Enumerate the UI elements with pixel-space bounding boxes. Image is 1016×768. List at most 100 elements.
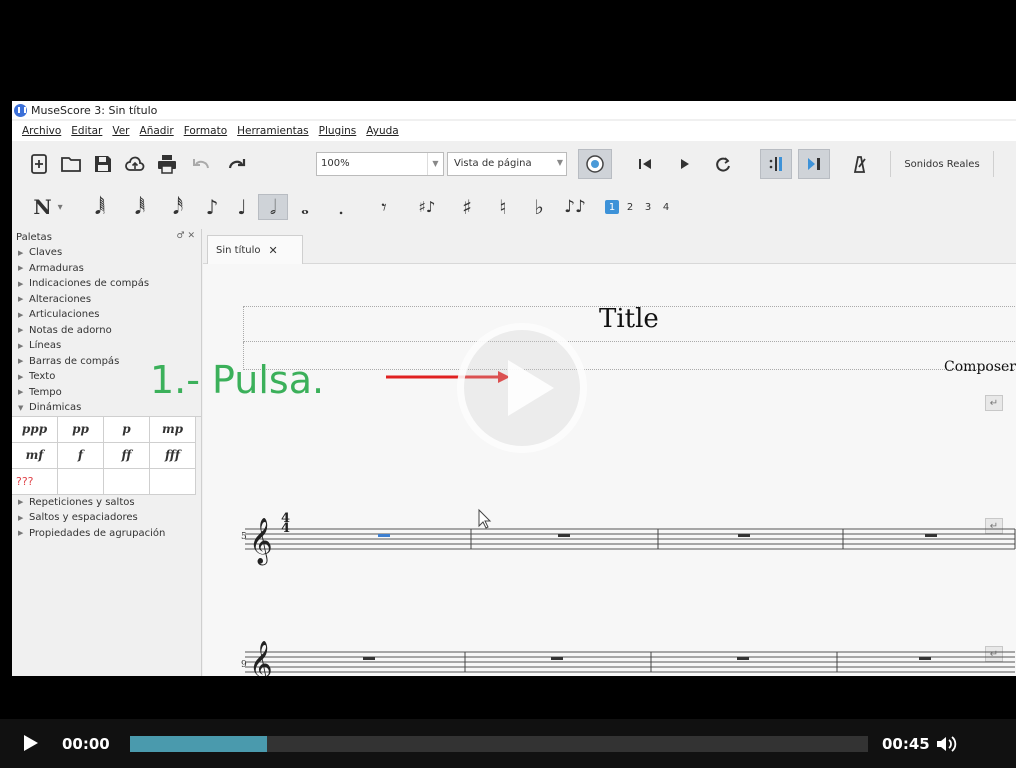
- note-16th-icon[interactable]: 𝅘𝅥𝅰: [166, 194, 190, 220]
- save-icon[interactable]: [90, 151, 116, 177]
- palette-item[interactable]: ▶ Propiedades de agrupación: [12, 526, 201, 542]
- menu-plugins[interactable]: Plugins: [319, 125, 357, 137]
- palette-item[interactable]: ▶ Líneas: [12, 338, 201, 354]
- zoom-select[interactable]: 100% ▼: [316, 152, 444, 176]
- note-half-icon[interactable]: 𝅗𝅥: [258, 194, 288, 220]
- pan-icon: [808, 158, 820, 170]
- flat-icon[interactable]: ♭: [528, 194, 550, 220]
- rewind-button[interactable]: [632, 151, 658, 177]
- palette-item-label: Claves: [29, 247, 63, 259]
- menu-formato[interactable]: Formato: [184, 125, 227, 137]
- chevron-right-icon: ▶: [18, 372, 24, 381]
- note-input-mode-button[interactable]: N ▾: [28, 194, 68, 220]
- note-eighth-icon[interactable]: ♪: [200, 194, 224, 220]
- undo-icon[interactable]: [188, 151, 214, 177]
- dynamic-cell[interactable]: ppp: [12, 416, 58, 443]
- file-toolbar: 100% ▼ Vista de página ▼ Sonidos Reales: [12, 143, 1016, 185]
- palette-item[interactable]: ▶ Armaduras: [12, 261, 201, 277]
- note-quarter-icon[interactable]: ♩: [230, 194, 254, 220]
- cloud-upload-icon[interactable]: [122, 151, 148, 177]
- panel-float-close-icon[interactable]: ♂ ✕: [177, 231, 195, 241]
- menu-bar: Archivo Editar Ver Añadir Formato Herram…: [12, 121, 1016, 141]
- palette-item-label: Dinámicas: [29, 402, 82, 414]
- menu-herramientas[interactable]: Herramientas: [237, 125, 309, 137]
- palette-list-bottom: ▶ Repeticiones y saltos ▶ Saltos y espaciad…: [12, 495, 201, 542]
- voice-4-button[interactable]: 4: [659, 200, 673, 214]
- flip-direction-icon[interactable]: ♯♪: [414, 194, 440, 220]
- score-page: Title Composer ↵ ↵ ↵ 5 9 𝄞 𝄞 4 4: [203, 264, 1016, 676]
- dynamic-cell[interactable]: ff: [104, 442, 150, 469]
- mixer-button[interactable]: [578, 149, 612, 179]
- palette-item-label: Notas de adorno: [29, 324, 112, 336]
- palette-item-label: Alteraciones: [29, 293, 92, 305]
- palette-item[interactable]: ▶ Articulaciones: [12, 307, 201, 323]
- palette-item-label: Articulaciones: [29, 309, 100, 321]
- print-icon[interactable]: [154, 151, 180, 177]
- note-32nd-icon[interactable]: 𝅘𝅥𝅱: [128, 194, 152, 220]
- chevron-right-icon: ▶: [18, 248, 24, 257]
- palette-item[interactable]: ▼ Dinámicas: [12, 400, 201, 416]
- augmentation-dot-icon[interactable]: .: [332, 194, 350, 220]
- rest-icon[interactable]: 𝄾: [372, 194, 396, 220]
- chevron-right-icon: ▶: [18, 529, 24, 538]
- palette-item[interactable]: ▶ Notas de adorno: [12, 323, 201, 339]
- loop-button[interactable]: [710, 151, 736, 177]
- palette-item[interactable]: ▶ Indicaciones de compás: [12, 276, 201, 292]
- tie-icon[interactable]: ♪♪: [560, 194, 590, 220]
- mouse-cursor-icon: [478, 508, 492, 529]
- real-sounds-button[interactable]: Sonidos Reales: [890, 151, 994, 177]
- palette-item[interactable]: ▶ Saltos y espaciadores: [12, 510, 201, 526]
- palette-item[interactable]: ▶ Claves: [12, 245, 201, 261]
- menu-ayuda[interactable]: Ayuda: [366, 125, 398, 137]
- palette-item-label: Indicaciones de compás: [29, 278, 150, 290]
- play-button[interactable]: [672, 151, 698, 177]
- note-input-toolbar: N ▾ 𝅘𝅥𝅲 𝅘𝅥𝅱 𝅘𝅥𝅰 ♪ ♩ 𝅗𝅥 𝅝 . 𝄾 ♯♪ ♯ ♮ ♭ ♪♪…: [12, 187, 1016, 227]
- sharp-icon[interactable]: ♯: [456, 194, 478, 220]
- voice-2-button[interactable]: 2: [623, 200, 637, 214]
- natural-icon[interactable]: ♮: [492, 194, 514, 220]
- view-mode-select[interactable]: Vista de página ▼: [447, 152, 567, 176]
- dynamic-cell[interactable]: pp: [58, 416, 104, 443]
- score-tab[interactable]: Sin título ✕: [207, 235, 303, 264]
- menu-anadir[interactable]: Añadir: [140, 125, 174, 137]
- metronome-button[interactable]: [846, 151, 872, 177]
- current-time: 00:00: [62, 735, 110, 753]
- palette-item-label: Repeticiones y saltos: [29, 496, 135, 508]
- palette-item-label: Saltos y espaciadores: [29, 512, 138, 524]
- dynamic-cell[interactable]: p: [104, 416, 150, 443]
- dynamic-cell[interactable]: fff: [150, 442, 196, 469]
- treble-clef-icon: 𝄞: [249, 518, 273, 566]
- menu-editar[interactable]: Editar: [71, 125, 102, 137]
- dynamic-cell[interactable]: ???: [12, 468, 58, 495]
- close-icon[interactable]: ✕: [269, 244, 278, 257]
- voice-1-button[interactable]: 1: [605, 200, 619, 214]
- dynamic-cell[interactable]: f: [58, 442, 104, 469]
- play-icon[interactable]: [24, 735, 38, 751]
- dynamic-cell[interactable]: mf: [12, 442, 58, 469]
- progress-bar[interactable]: [130, 736, 868, 752]
- play-icon: [681, 159, 689, 169]
- menu-archivo[interactable]: Archivo: [22, 125, 61, 137]
- volume-icon[interactable]: [935, 734, 959, 754]
- title-bar: MuseScore 3: Sin título: [12, 101, 1016, 119]
- new-score-icon[interactable]: [26, 151, 52, 177]
- dynamic-cell: [58, 468, 104, 495]
- pan-score-button[interactable]: [798, 149, 830, 179]
- score-canvas[interactable]: Title Composer ↵ ↵ ↵ 5 9 𝄞 𝄞 4 4: [203, 264, 1016, 676]
- dynamic-cell[interactable]: mp: [150, 416, 196, 443]
- repeat-bar-icon: [769, 157, 782, 171]
- video-play-overlay-icon[interactable]: [457, 323, 587, 453]
- open-folder-icon[interactable]: [58, 151, 84, 177]
- note-64th-icon[interactable]: 𝅘𝅥𝅲: [88, 194, 112, 220]
- note-whole-icon[interactable]: 𝅝: [294, 194, 316, 220]
- menu-ver[interactable]: Ver: [112, 125, 129, 137]
- palette-item[interactable]: ▶ Repeticiones y saltos: [12, 495, 201, 511]
- chevron-right-icon: ▶: [18, 357, 24, 366]
- buffered-progress: [130, 736, 268, 752]
- palette-item[interactable]: ▶ Alteraciones: [12, 292, 201, 308]
- chevron-down-icon: ▾: [57, 201, 63, 213]
- voice-3-button[interactable]: 3: [641, 200, 655, 214]
- metronome-icon: [853, 156, 866, 173]
- redo-icon[interactable]: [224, 151, 250, 177]
- play-repeats-button[interactable]: [760, 149, 792, 179]
